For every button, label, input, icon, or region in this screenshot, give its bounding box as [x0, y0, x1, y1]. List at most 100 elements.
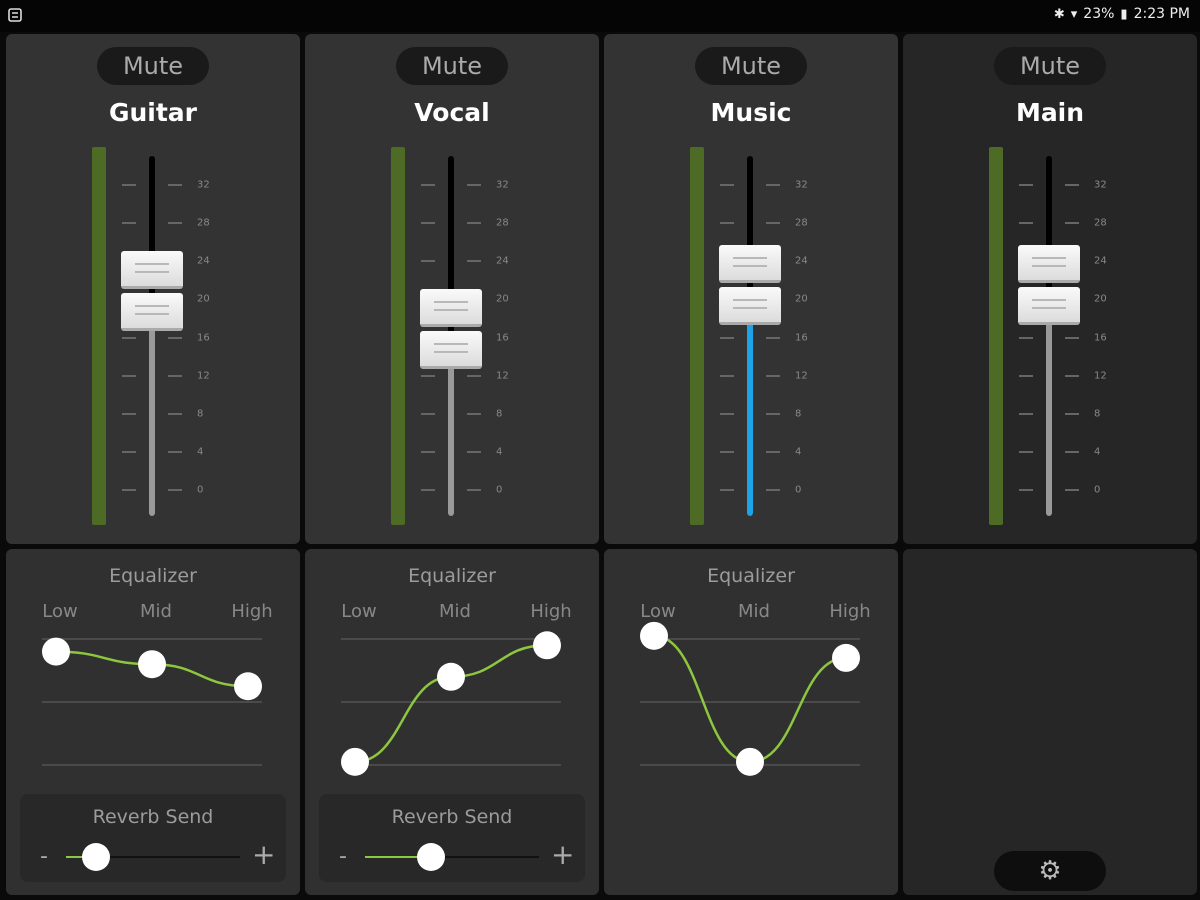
tick-mark: [168, 412, 182, 415]
reverb-title: Reverb Send: [92, 806, 214, 828]
tick-label: 24: [1094, 255, 1107, 267]
fader-cap-lower: [1018, 286, 1080, 325]
tick-mark: [720, 184, 734, 186]
eq-panel-music: Equalizer Low Mid High: [604, 549, 898, 895]
status-bar: ✱ ▾ 23% ▮ 2:23 PM: [0, 0, 1200, 32]
tick-mark: [168, 374, 182, 377]
reverb-slider-thumb[interactable]: [81, 843, 110, 871]
eq-handle-high[interactable]: [832, 643, 860, 672]
fader-cap-lower: [121, 292, 183, 331]
eq-graph-vocal[interactable]: [305, 549, 599, 789]
fader-knob-music[interactable]: [719, 244, 781, 329]
fader-cap-upper: [420, 288, 482, 327]
settings-button[interactable]: ⚙: [994, 851, 1106, 891]
tick-mark: [168, 222, 182, 225]
tick-label: 8: [1094, 408, 1101, 420]
eq-graph-guitar[interactable]: [6, 549, 300, 789]
tick-label: 16: [496, 332, 509, 343]
fader-cap-lower: [420, 330, 482, 369]
battery-percentage: 23%: [1083, 6, 1115, 22]
tick-mark: [1019, 184, 1033, 186]
eq-handle-low[interactable]: [640, 621, 668, 650]
tick-label: 28: [795, 217, 808, 229]
tick-mark: [421, 222, 435, 225]
fader-cap-lower: [719, 286, 781, 325]
tick-label: 20: [197, 293, 210, 305]
eq-handle-high[interactable]: [234, 672, 262, 701]
fader-track: [1046, 156, 1052, 516]
tick-label: 4: [496, 446, 503, 458]
tick-label: 16: [1094, 332, 1107, 343]
tick-label: 32: [197, 179, 210, 191]
tick-mark: [421, 184, 435, 186]
reverb-increase-button[interactable]: +: [551, 838, 574, 871]
tick-mark: [1065, 412, 1079, 415]
tick-label: 8: [496, 408, 503, 420]
tick-mark: [122, 374, 136, 377]
tick-mark: [122, 222, 136, 225]
app-icon: [8, 8, 22, 22]
tick-label: 0: [795, 484, 802, 496]
tick-mark: [122, 412, 136, 415]
tick-mark: [1065, 450, 1079, 453]
tick-label: 4: [197, 446, 204, 458]
reverb-send-guitar: Reverb Send - +: [20, 794, 286, 882]
tick-label: 28: [496, 217, 509, 229]
fader-track: [747, 156, 753, 516]
tick-mark: [1019, 336, 1033, 339]
tick-mark: [168, 489, 182, 491]
reverb-increase-button[interactable]: +: [252, 838, 275, 871]
eq-handle-mid[interactable]: [437, 662, 465, 691]
fader-knob-vocal[interactable]: [420, 288, 482, 373]
eq-handle-mid[interactable]: [138, 650, 166, 679]
reverb-slider-thumb[interactable]: [417, 843, 446, 871]
tick-mark: [467, 184, 481, 186]
tick-mark: [467, 222, 481, 225]
tick-mark: [766, 222, 780, 225]
tick-label: 28: [197, 217, 210, 229]
tick-mark: [1019, 222, 1033, 225]
tick-label: 32: [1094, 179, 1107, 191]
tick-mark: [720, 412, 734, 415]
tick-mark: [766, 450, 780, 453]
channel-strip-vocal: Mute Vocal 32 28 24 20 16 12 8 4 0: [305, 34, 599, 544]
tick-mark: [467, 412, 481, 415]
eq-handle-mid[interactable]: [736, 747, 764, 776]
tick-mark: [766, 412, 780, 415]
tick-mark: [421, 489, 435, 491]
tick-mark: [168, 184, 182, 186]
fader-knob-main[interactable]: [1018, 244, 1080, 329]
channel-strip-music: Mute Music 32 28 24 20 16 12 8 4 0: [604, 34, 898, 544]
tick-mark: [1019, 374, 1033, 377]
eq-handle-high[interactable]: [533, 631, 561, 660]
reverb-title: Reverb Send: [391, 806, 513, 828]
status-icons: ✱ ▾ 23% ▮ 2:23 PM: [1054, 6, 1190, 22]
tick-label: 8: [795, 408, 802, 420]
tick-label: 20: [795, 293, 808, 305]
wifi-icon: ▾: [1070, 6, 1078, 22]
tick-label: 12: [197, 370, 210, 382]
tick-mark: [421, 374, 435, 377]
tick-label: 8: [197, 408, 204, 420]
fader-knob-guitar[interactable]: [121, 250, 183, 335]
tick-label: 28: [1094, 217, 1107, 229]
tick-mark: [1065, 489, 1079, 491]
tick-label: 0: [1094, 484, 1101, 496]
eq-handle-low[interactable]: [341, 747, 369, 776]
reverb-decrease-button[interactable]: -: [40, 844, 48, 869]
tick-label: 4: [1094, 446, 1101, 458]
tick-mark: [766, 489, 780, 491]
fader-cap-upper: [121, 250, 183, 289]
eq-curve: [354, 644, 548, 764]
tick-label: 32: [496, 179, 509, 191]
eq-graph-music[interactable]: [604, 549, 898, 789]
reverb-decrease-button[interactable]: -: [339, 844, 347, 869]
tick-mark: [467, 450, 481, 453]
clock: 2:23 PM: [1133, 6, 1190, 22]
tick-mark: [1019, 450, 1033, 453]
tick-mark: [720, 450, 734, 453]
eq-panel-guitar: Equalizer Low Mid High Reverb Send - +: [6, 549, 300, 895]
eq-handle-low[interactable]: [42, 637, 70, 666]
channel-strip-main: Mute Main 32 28 24 20 16 12 8 4 0: [903, 34, 1197, 544]
tick-mark: [720, 222, 734, 225]
